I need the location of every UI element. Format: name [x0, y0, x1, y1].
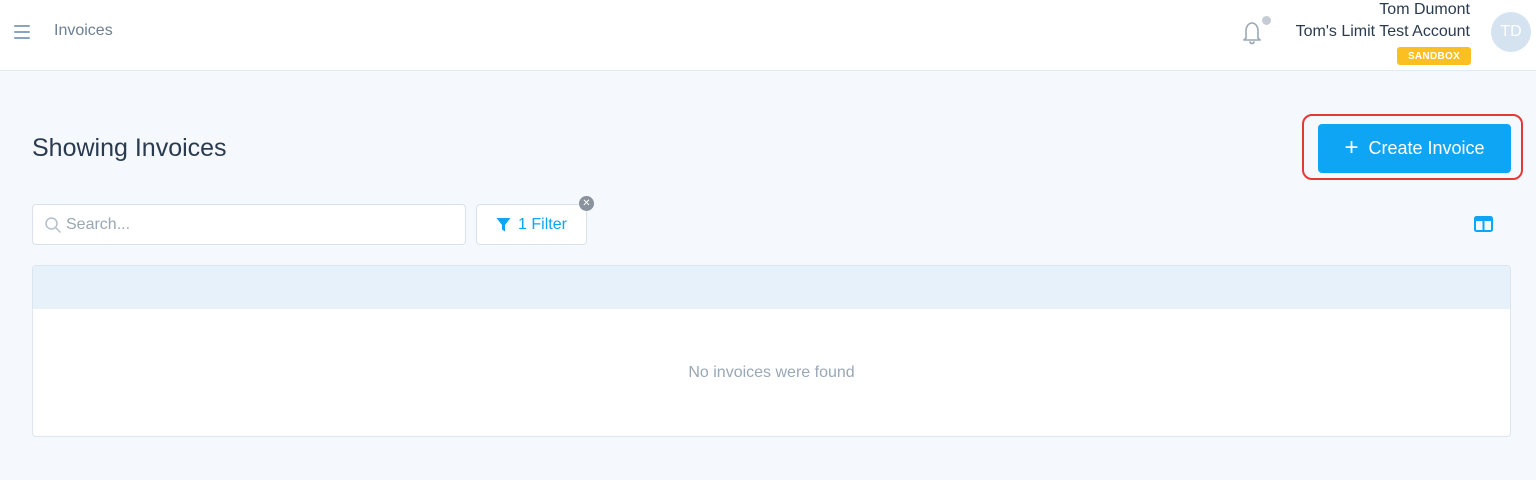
- filter-label: 1 Filter: [518, 215, 567, 233]
- search-box[interactable]: [32, 204, 466, 245]
- search-icon: [45, 217, 61, 233]
- create-invoice-label: Create Invoice: [1368, 138, 1485, 158]
- top-bar: Invoices Tom Dumont Tom's Limit Test Acc…: [0, 0, 1536, 71]
- breadcrumb-title: Invoices: [54, 22, 113, 39]
- avatar[interactable]: TD: [1491, 12, 1531, 52]
- notification-dot: [1261, 15, 1272, 26]
- invoices-table: No invoices were found: [32, 265, 1511, 437]
- plus-icon: +: [1344, 133, 1359, 161]
- search-input[interactable]: [66, 205, 456, 244]
- empty-state-message: No invoices were found: [688, 364, 855, 381]
- hamburger-icon[interactable]: [14, 25, 30, 39]
- user-name[interactable]: Tom Dumont: [1379, 1, 1470, 19]
- table-header: [33, 266, 1510, 309]
- close-icon[interactable]: ✕: [579, 196, 594, 211]
- columns-icon[interactable]: [1474, 216, 1493, 232]
- filter-button[interactable]: 1 Filter: [476, 204, 587, 245]
- funnel-icon: [496, 217, 511, 231]
- sandbox-badge: SANDBOX: [1397, 47, 1471, 65]
- create-invoice-button[interactable]: + Create Invoice: [1318, 124, 1511, 173]
- account-name[interactable]: Tom's Limit Test Account: [1296, 23, 1470, 41]
- page-title: Showing Invoices: [32, 134, 227, 162]
